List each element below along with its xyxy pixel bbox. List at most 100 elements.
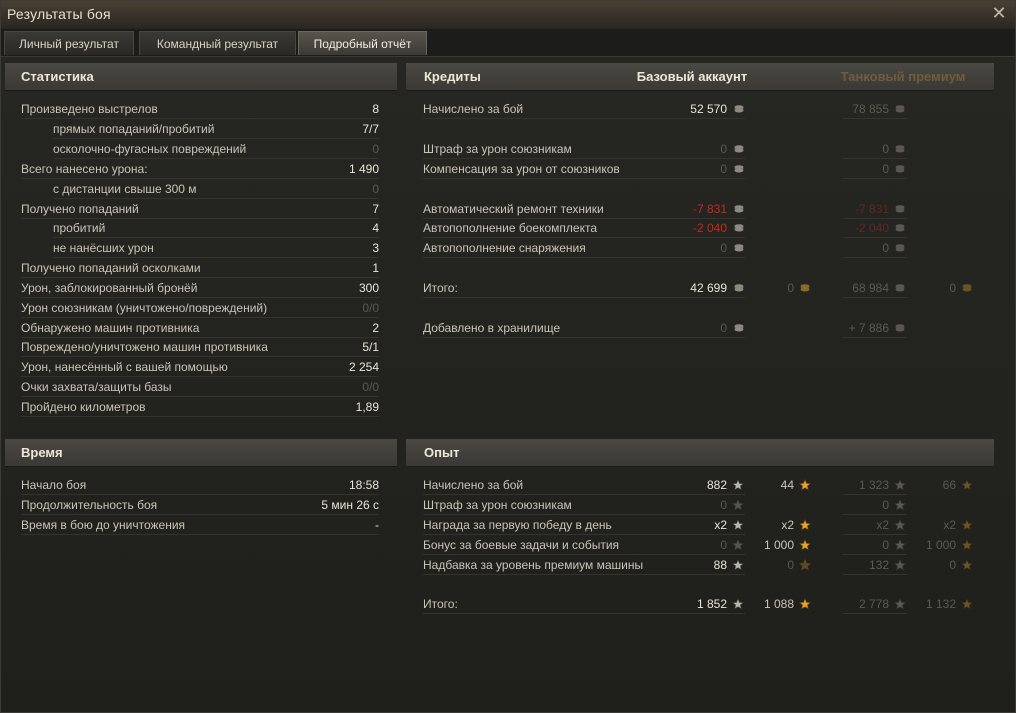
credits-premium-value: 0 [882, 162, 889, 176]
credits-premium-value: 0 [882, 142, 889, 156]
statistics-row: Очки захвата/защиты базы 0/0 [1, 377, 401, 397]
free-xp-star-icon [961, 479, 973, 491]
statistics-row: с дистанции свыше 300 м 0 [1, 179, 401, 199]
row-underline [843, 257, 907, 258]
statistics-row-label: Очки захвата/защиты базы [21, 380, 172, 394]
credits-row-label: Автоматический ремонт техники [423, 202, 604, 216]
experience-row: Итого: 1 852 1 088 2 778 1 132 [1, 594, 1015, 614]
credit-coin-icon [895, 145, 905, 153]
xp-star-icon [894, 598, 906, 610]
statistics-header: Статистика [5, 63, 397, 91]
free-xp-star-icon [799, 479, 811, 491]
free-xp-star-icon [961, 598, 973, 610]
xp-premium-value: 0 [882, 538, 889, 552]
tab-detailed-report[interactable]: Подробный отчёт [298, 31, 427, 55]
tab-team-result[interactable]: Командный результат [139, 31, 296, 55]
experience-row-label: Надбавка за уровень премиум машины [423, 558, 644, 572]
statistics-row: Пройдено километров 1,89 [1, 397, 401, 417]
statistics-row-value: 2 254 [348, 360, 379, 374]
free-xp-base-value: 1 088 [763, 597, 794, 611]
free-xp-base-value: 1 000 [763, 538, 794, 552]
credits-row: Автопополнение боекомплекта -2 040 -2 040 [1, 218, 1015, 238]
row-underline [423, 257, 745, 258]
credit-coin-icon [734, 145, 744, 153]
statistics-row-label: Урон, нанесённый с вашей помощью [21, 360, 228, 374]
experience-row: Начислено за бой 882 44 1 323 66 [1, 475, 1015, 495]
credits-row-label: Штраф за урон союзникам [423, 142, 572, 156]
statistics-row-value: 1 [372, 261, 379, 275]
free-xp-star-icon [961, 539, 973, 551]
free-xp-star-icon [799, 598, 811, 610]
row-underline [843, 574, 907, 575]
xp-base-value: 0 [720, 538, 727, 552]
statistics-row: прямых попаданий/пробитий 7/7 [1, 119, 401, 139]
row-underline [843, 337, 907, 338]
credit-coin-icon [734, 244, 744, 252]
credits-row: Автопополнение снаряжения 0 0 [1, 238, 1015, 258]
free-xp-premium-value: 0 [949, 558, 956, 572]
close-icon[interactable]: ✕ [989, 3, 1009, 23]
xp-premium-value: 1 323 [858, 478, 889, 492]
experience-row-label: Итого: [423, 597, 458, 611]
tab-personal-result[interactable]: Личный результат [4, 31, 134, 55]
credit-coin-icon [895, 224, 905, 232]
free-xp-premium-value: 1 000 [925, 538, 956, 552]
experience-row: Надбавка за уровень премиум машины 88 0 132… [1, 555, 1015, 575]
xp-base-value: 882 [706, 478, 727, 492]
credits-premium-value: -2 040 [854, 221, 889, 235]
credits-premium-value: -7 831 [854, 202, 889, 216]
free-xp-base-value: 0 [787, 558, 794, 572]
row-underline [423, 178, 745, 179]
statistics-row-label: Получено попаданий осколками [21, 261, 201, 275]
credits-base-value: -7 831 [692, 202, 727, 216]
credit-coin-icon [734, 165, 744, 173]
row-underline [21, 416, 379, 417]
xp-base-value: 88 [713, 558, 727, 572]
xp-star-icon [894, 479, 906, 491]
free-xp-premium-value: 1 132 [925, 597, 956, 611]
gold-coin-icon [962, 284, 972, 292]
row-underline [423, 337, 745, 338]
xp-premium-value: 2 778 [858, 597, 889, 611]
xp-premium-value: x2 [876, 518, 889, 532]
credits-row-label: Автопополнение боекомплекта [423, 221, 597, 235]
credit-coin-icon [734, 105, 744, 113]
free-xp-base-value: x2 [781, 518, 794, 532]
statistics-row-value: 0/0 [362, 380, 379, 394]
credit-coin-icon [734, 205, 744, 213]
xp-base-value: x2 [714, 518, 727, 532]
xp-star-icon [894, 519, 906, 531]
row-underline [423, 574, 745, 575]
free-xp-star-icon [799, 519, 811, 531]
row-underline [843, 118, 907, 119]
tab-bar: Личный результат Командный результат Под… [1, 29, 1015, 57]
xp-star-icon [894, 559, 906, 571]
xp-star-icon [732, 499, 744, 511]
statistics-row: Урон, нанесённый с вашей помощью 2 254 [1, 357, 401, 377]
statistics-row-label: с дистанции свыше 300 м [53, 182, 197, 196]
experience-header: Опыт [406, 439, 994, 467]
experience-row: Штраф за урон союзникам 0 0 [1, 495, 1015, 515]
free-xp-star-icon [961, 559, 973, 571]
xp-star-icon [732, 598, 744, 610]
xp-star-icon [894, 499, 906, 511]
credits-row-label: Добавлено в хранилище [423, 321, 561, 335]
credit-coin-icon [895, 324, 905, 332]
window-title: Результаты боя [7, 6, 111, 22]
experience-title: Опыт [424, 445, 460, 460]
credit-coin-icon [895, 165, 905, 173]
credits-row: Начислено за бой 52 570 78 855 [1, 99, 1015, 119]
credits-premium-value: 0 [882, 241, 889, 255]
credits-premium-value: + 7 886 [848, 321, 889, 335]
xp-premium-value: 0 [882, 498, 889, 512]
xp-base-value: 0 [720, 498, 727, 512]
credit-coin-icon [895, 244, 905, 252]
xp-star-icon [732, 479, 744, 491]
credits-row: Автоматический ремонт техники -7 831 -7 83… [1, 199, 1015, 219]
credits-header: Кредиты Базовый аккаунт Танковый премиум [406, 63, 994, 91]
xp-star-icon [732, 519, 744, 531]
battle-results-window: Результаты боя ✕ Личный результат Команд… [0, 0, 1016, 713]
statistics-row-label: Пройдено километров [21, 400, 146, 414]
xp-star-icon [732, 539, 744, 551]
free-xp-star-icon [799, 539, 811, 551]
